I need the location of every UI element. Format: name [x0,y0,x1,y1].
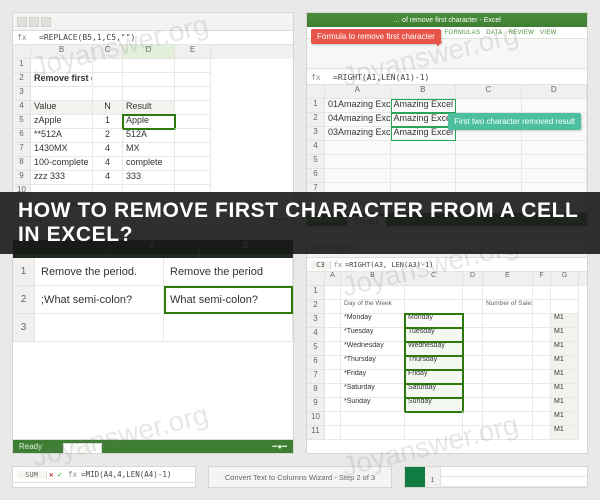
tool-icon [29,17,39,27]
cell[interactable]: 333 [123,171,175,185]
cell[interactable]: Sunday [405,398,463,412]
cell[interactable]: *Wednesday [341,342,405,356]
cell[interactable]: MX [123,143,175,157]
screenshot-mid-formula: SUM ✕ ✓ fx =MID(A4,4,LEN(A4)-1) [12,466,196,488]
col-header-n[interactable]: N [93,101,123,115]
cell[interactable]: Remove the period. [35,258,164,286]
name-box[interactable]: SUM [17,471,47,479]
page-title: HOW TO REMOVE FIRST CHARACTER FROM A CEL… [18,199,582,247]
cell[interactable]: Remove the period [164,258,293,286]
formula-text: =REPLACE(B5,1,C5,"") [39,33,135,42]
cell[interactable]: M1 [551,356,579,370]
cell[interactable]: Tuesday [405,328,463,342]
formula-text: =RIGHT(A3, LEN(A3)-1) [345,261,434,269]
cell-selected[interactable]: Monday [405,314,463,328]
cell[interactable]: Saturday [405,384,463,398]
cell[interactable]: M1 [551,314,579,328]
screenshot-remove-period: A B 1 Remove the period. Remove the peri… [12,239,294,454]
excel-logo-icon [405,467,425,487]
formula-text: =RIGHT(A1,LEN(A1)-1) [333,73,429,82]
cell[interactable]: 03Amazing Excel [325,127,391,141]
sheet-heading[interactable]: Remove first character [31,73,93,87]
cell[interactable]: 04Amazing Excel [325,113,391,127]
screenshot-days-of-week: C3 fx =RIGHT(A3, LEN(A3)-1) A B C D E F … [306,239,588,454]
cell[interactable]: M1 [551,328,579,342]
cell[interactable]: 1 [93,115,123,129]
cell[interactable]: 2 [93,129,123,143]
tool-icon [41,17,51,27]
toolbar [13,13,293,31]
cell[interactable]: 01Amazing Excel [325,99,391,113]
cell[interactable]: Thursday [405,356,463,370]
cell[interactable]: *Sunday [341,398,405,412]
cell[interactable]: **512A [31,129,93,143]
column-headers: A B C D [307,85,587,99]
cell[interactable]: *Tuesday [341,328,405,342]
name-box[interactable]: C3 [311,261,331,269]
bottom-strip: SUM ✕ ✓ fx =MID(A4,4,LEN(A4)-1) Convert … [12,466,588,488]
cell[interactable]: 1430MX [31,143,93,157]
formula-text: =MID(A4,4,LEN(A4)-1) [81,470,171,479]
col-header[interactable]: Number of Sales [483,300,533,314]
cell-selected[interactable]: Apple [123,115,175,129]
cell[interactable]: 4 [93,157,123,171]
column-headers: B C D E [13,45,293,59]
cell[interactable]: M1 [551,384,579,398]
cell[interactable]: zzz 333 [31,171,93,185]
screenshot-text-to-columns: Convert Text to Columns Wizard - Step 2 … [208,466,392,488]
cell-selected[interactable]: Amazing Excel [391,99,457,113]
col-header-result[interactable]: Result [123,101,175,115]
cell[interactable]: M1 [551,370,579,384]
title-overlay: HOW TO REMOVE FIRST CHARACTER FROM A CEL… [0,192,600,254]
cell[interactable]: *Saturday [341,384,405,398]
cell[interactable]: M1 [551,342,579,356]
cell[interactable]: *Thursday [341,356,405,370]
callout-result: First two character removed result [448,113,581,130]
sheet-tab[interactable]: Sheet1 [63,443,102,453]
formula-bar[interactable]: fx =RIGHT(A1,LEN(A1)-1) [307,71,587,85]
screenshot-blank-sheet: 1 [404,466,588,488]
cell[interactable]: 4 [93,171,123,185]
col-header[interactable]: Day of the Week [341,300,405,314]
cell[interactable]: 100-complete [31,157,93,171]
cell[interactable]: *Monday [341,314,405,328]
formula-bar[interactable]: fx =REPLACE(B5,1,C5,"") [13,31,293,45]
cell[interactable]: complete [123,157,175,171]
cell[interactable]: ;What semi-colon? [35,286,164,314]
tool-icon [17,17,27,27]
cell[interactable]: Wednesday [405,342,463,356]
cell-selected[interactable]: What semi-colon? [164,286,293,314]
dialog-title: Convert Text to Columns Wizard - Step 2 … [225,473,375,482]
callout-formula: Formula to remove first character [311,29,441,44]
col-header-value[interactable]: Value [31,101,93,115]
formula-bar[interactable]: C3 fx =RIGHT(A3, LEN(A3)-1) [307,258,587,272]
cell[interactable]: 4 [93,143,123,157]
status-bar: Ready Sheet1 ━●━ [13,439,293,453]
cell[interactable]: Friday [405,370,463,384]
cell[interactable]: 512A [123,129,175,143]
cell[interactable]: zApple [31,115,93,129]
titlebar: … of remove first character - Excel [307,13,587,27]
cell[interactable]: M1 [551,398,579,412]
cell[interactable]: *Friday [341,370,405,384]
